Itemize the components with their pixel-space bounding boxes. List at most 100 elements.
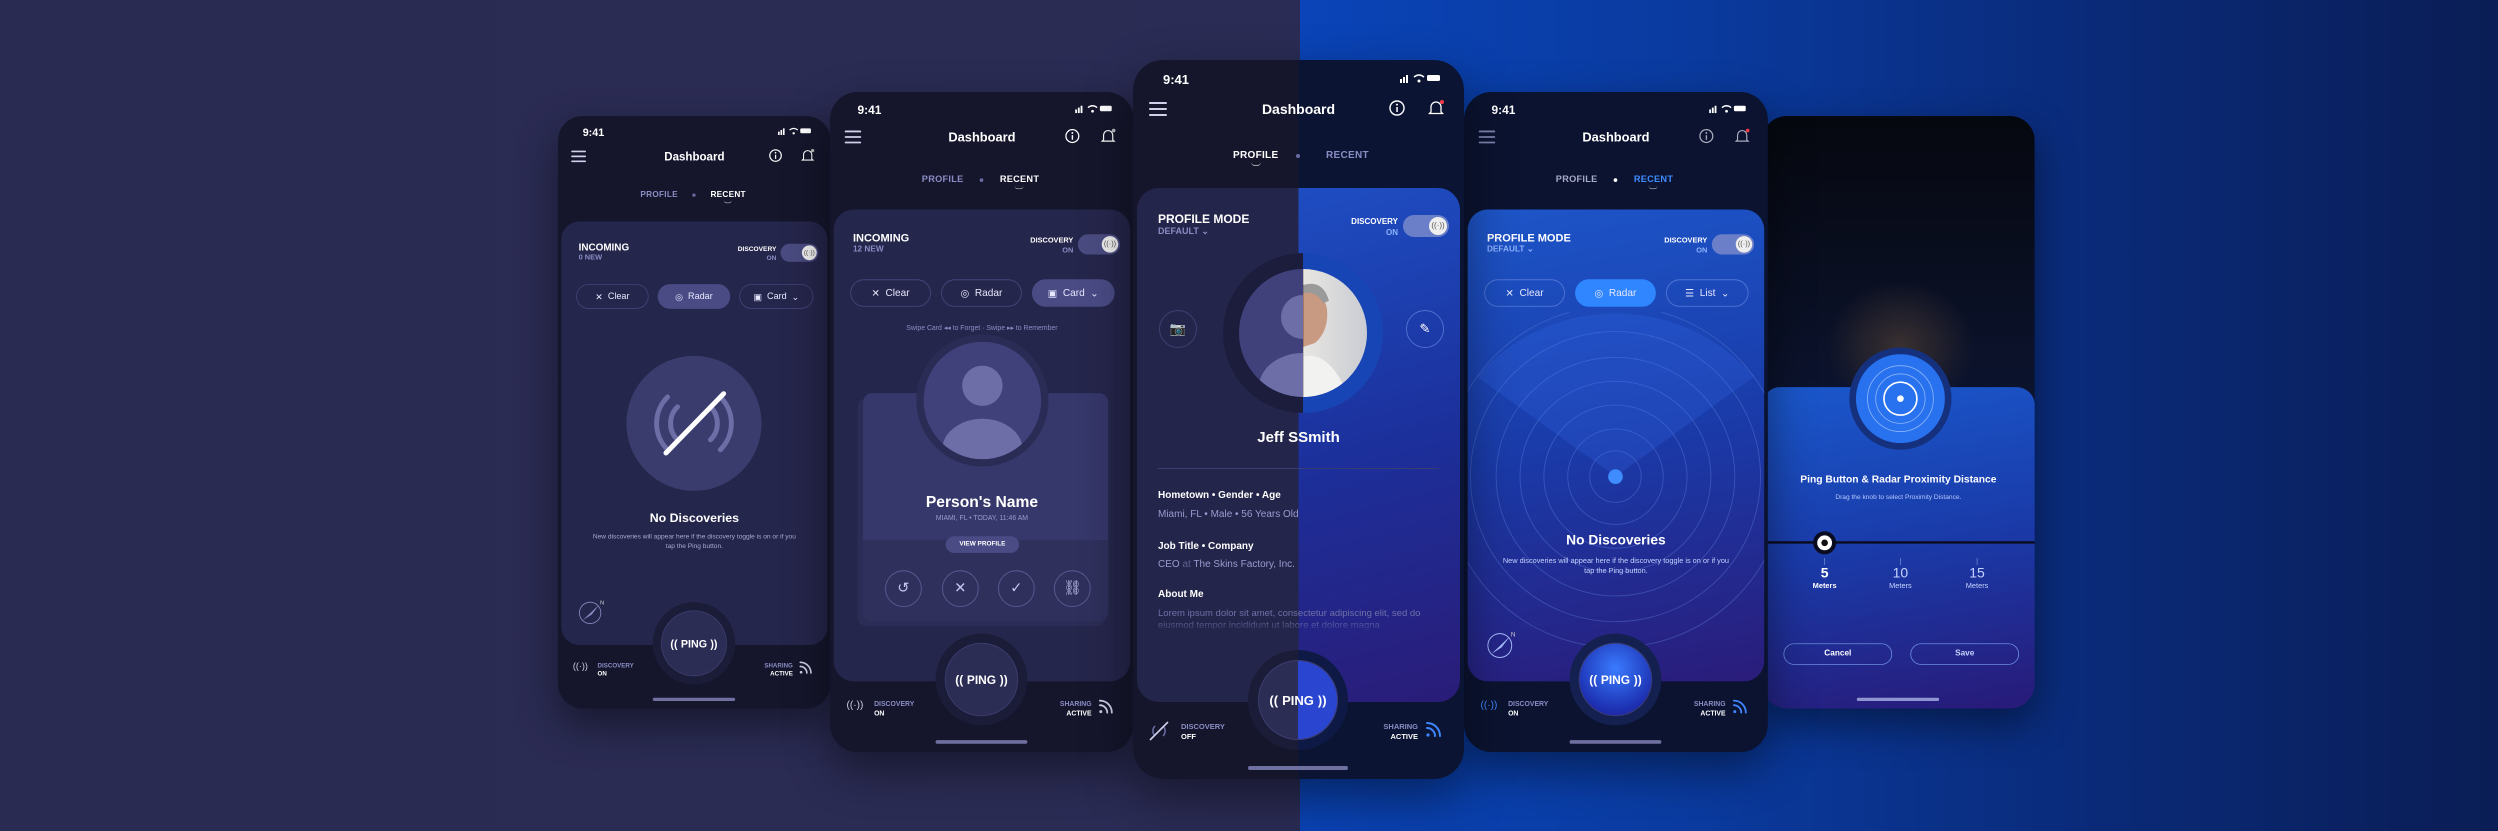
ping-button[interactable]: ((PING)) [944,642,1019,717]
chevron-down-icon: ⌄ [1201,226,1209,236]
tab-recent[interactable]: RECENT [710,190,746,204]
clear-button[interactable]: ✕ Clear [850,279,931,307]
tab-recent[interactable]: RECENT [1633,174,1674,190]
distance-unit: Meters [1965,581,1989,590]
check-icon: ✓ [1010,580,1023,596]
ping-button[interactable]: ((PING)) [1578,642,1653,717]
clear-button[interactable]: ✕ Clear [1484,279,1565,307]
bottom-discovery-status[interactable]: DISCOVERY ON [598,661,634,677]
distance-option-15[interactable]: | 15 Meters [1944,557,2010,590]
discovery-label: DISCOVERY [1351,217,1398,226]
ping-button[interactable]: ((PING)) [1258,660,1338,740]
about-label: About Me [1158,589,1204,600]
remember-button[interactable]: ✓ [997,570,1035,607]
home-indicator [1248,766,1348,770]
tab-profile[interactable]: PROFILE [922,175,964,185]
signal-left-icon: (( [1589,672,1598,687]
profile-mode-dropdown[interactable]: DEFAULT ⌄ [1487,244,1534,254]
discovery-toggle[interactable]: ((·)) [1077,234,1121,255]
bell-icon[interactable] [1100,128,1117,145]
bottom-discovery-label: DISCOVERY [1181,722,1225,731]
info-icon[interactable] [1699,128,1714,144]
radar-button[interactable]: ◎ Radar [1575,279,1656,307]
bottom-discovery-value: OFF [1181,732,1196,741]
proximity-subtitle: Drag the knob to select Proximity Distan… [1835,493,1962,501]
distance-option-10[interactable]: | 10 Meters [1867,557,1933,590]
bottom-sharing-status[interactable]: SHARING ACTIVE [1383,722,1418,742]
home-indicator [652,697,736,702]
bottom-discovery-status[interactable]: DISCOVERY ON [1508,700,1548,718]
clear-label: Clear [885,287,910,299]
card-view-dropdown[interactable]: ▣ Card ⌄ [739,284,814,309]
bell-icon[interactable] [1734,128,1751,145]
view-profile-button[interactable]: VIEW PROFILE [945,536,1020,553]
bottom-discovery-value: ON [1508,708,1519,718]
camera-button[interactable]: 📷 [1159,310,1197,348]
chevron-down-icon: ⌄ [791,291,800,302]
save-button[interactable]: Save [1910,643,2020,665]
no-signal-icon [626,355,762,491]
home-indicator [1569,740,1662,744]
bottom-sharing-status[interactable]: SHARING ACTIVE [1694,700,1726,718]
link-button[interactable]: ⛓ [1053,570,1091,607]
discovery-toggle[interactable]: ((·)) [1711,234,1755,255]
ping-button[interactable]: ((PING)) [661,610,727,677]
bottom-sharing-status[interactable]: SHARING ACTIVE [1060,700,1092,718]
avatar-placeholder [923,341,1042,460]
profile-avatar[interactable] [1239,269,1367,397]
discovery-toggle[interactable]: ((·)) [780,243,819,262]
sharing-icon [1426,722,1441,737]
bottom-discovery-value: ON [874,708,885,718]
bottom-sharing-label: SHARING [1383,722,1418,731]
tab-recent[interactable]: RECENT [1000,175,1039,190]
radar-label: Radar [974,287,1003,299]
bell-icon[interactable] [800,148,815,163]
tab-recent[interactable]: RECENT [1326,150,1369,161]
radar-button[interactable]: ◎ Radar [941,279,1022,307]
link-icon: ⛓ [1063,580,1082,596]
bottom-sharing-label: SHARING [1693,699,1726,708]
compass-icon[interactable]: N [1486,629,1517,660]
chevron-down-icon: ⌄ [1526,244,1534,254]
undo-button[interactable]: ↺ [885,570,922,607]
profile-mode-value: DEFAULT [1158,226,1199,236]
info-icon[interactable] [1389,100,1405,116]
radar-button[interactable]: ◎ Radar [657,284,731,309]
distance-slider-knob[interactable] [1813,531,1837,555]
info-icon[interactable] [769,149,782,162]
list-label: List [1699,287,1716,299]
tab-profile[interactable]: PROFILE [640,190,677,199]
radar-icon: ◎ [1594,287,1604,300]
tab-recent-label: RECENT [1633,174,1674,185]
signal-icon: ((·)) [1101,236,1119,253]
sharing-icon [799,661,812,674]
proximity-title: Ping Button & Radar Proximity Distance [1800,473,1997,486]
bell-icon[interactable] [1427,99,1445,117]
discovery-value: ON [1386,228,1398,237]
phone-radar-blue: 9:41 Dashboard PROFILE RECENT PROFILE MO… [1464,92,1768,753]
distance-option-5[interactable]: | 5 Meters [1792,557,1858,590]
card-view-dropdown[interactable]: ▣ Card ⌄ [1031,279,1115,307]
bottom-discovery-label: DISCOVERY [1508,699,1549,708]
signal-left-icon: (( [1269,692,1279,708]
bottom-discovery-status[interactable]: DISCOVERY ON [874,700,914,718]
discovery-toggle[interactable]: ((·)) [1403,215,1449,237]
bottom-discovery-status[interactable]: DISCOVERY OFF [1181,722,1225,742]
bottom-sharing-status[interactable]: SHARING ACTIVE [764,661,793,677]
about-text: Lorem ipsum dolor sit amet, consectetur … [1158,608,1421,631]
cancel-button[interactable]: Cancel [1783,643,1893,665]
status-time: 9:41 [1163,72,1190,87]
radar-label: Radar [1608,287,1637,299]
compass-icon[interactable]: N [578,598,606,626]
distance-slider-track[interactable] [1762,541,2035,544]
list-view-dropdown[interactable]: ☰ List ⌄ [1665,279,1749,307]
profile-mode-dropdown[interactable]: DEFAULT ⌄ [1158,226,1209,237]
card-title: INCOMING [852,231,910,245]
info-icon[interactable] [1065,128,1080,144]
forget-button[interactable]: ✕ [941,570,979,607]
sharing-icon [1098,699,1113,714]
clear-button[interactable]: ✕ Clear [576,284,649,309]
tab-profile[interactable]: PROFILE [1556,175,1598,185]
edit-profile-button[interactable]: ✎ [1406,310,1444,348]
tab-profile[interactable]: PROFILE [1233,150,1278,166]
